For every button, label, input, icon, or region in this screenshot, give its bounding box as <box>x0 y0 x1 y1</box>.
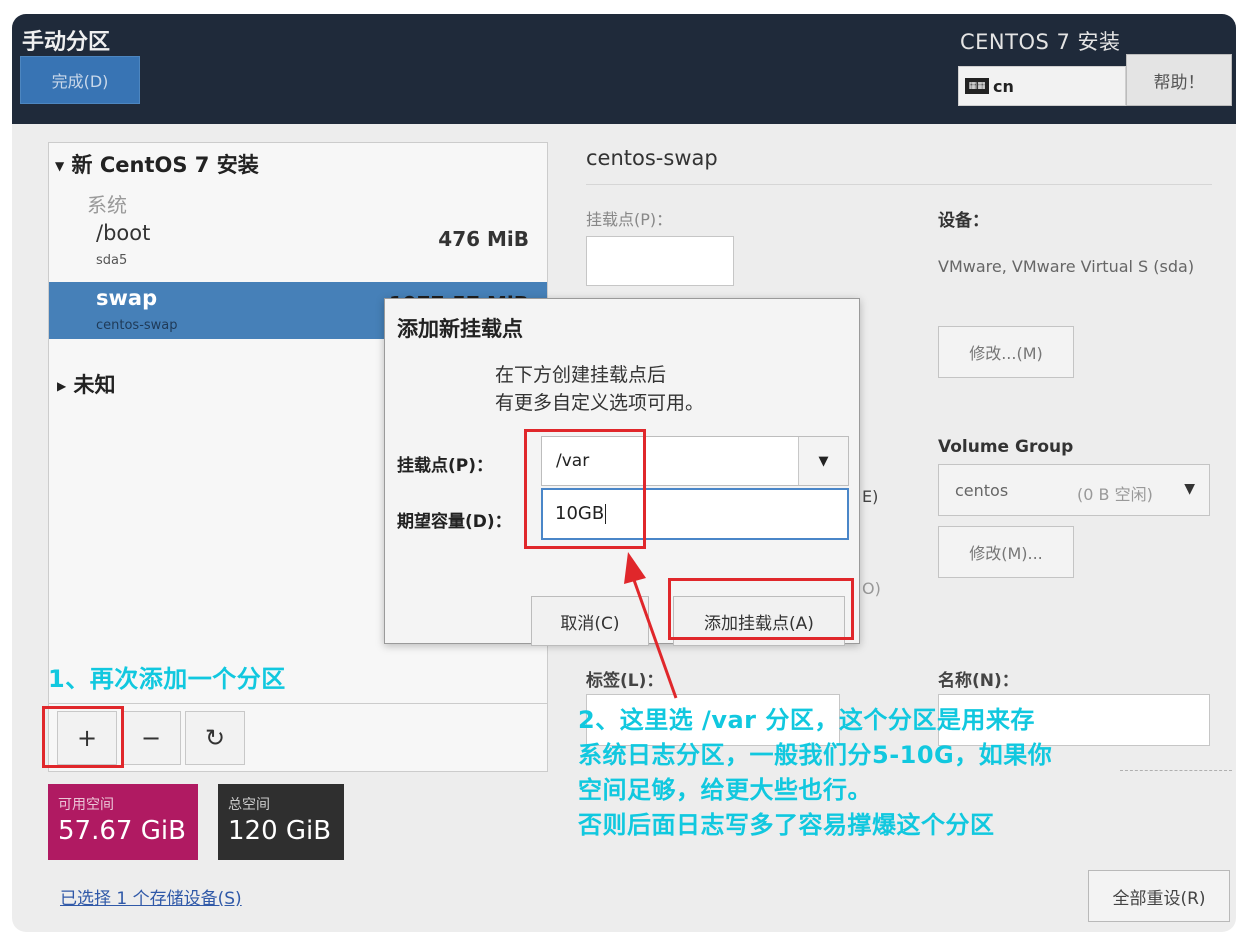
detail-title: centos-swap <box>586 146 718 170</box>
keyboard-layout-value: cn <box>993 76 1014 96</box>
partition-size: 476 MiB <box>438 227 529 251</box>
volume-group-free: (0 B 空闲) <box>1077 485 1153 504</box>
device-value: VMware, VMware Virtual S (sda) <box>938 257 1195 276</box>
expand-down-icon: ▼ <box>55 159 65 173</box>
annotation-step1: 1、再次添加一个分区 <box>48 665 286 693</box>
keyboard-icon: ▦▦ <box>965 78 989 94</box>
unknown-group-label: 未知 <box>73 373 116 397</box>
install-group-label: 新 CentOS 7 安装 <box>71 153 259 177</box>
device-label: 设备： <box>938 211 989 231</box>
toolbar-divider <box>49 703 547 704</box>
partition-row-boot[interactable]: /boot sda5 476 MiB <box>49 217 547 277</box>
dialog-description-line: 有更多自定义选项可用。 <box>495 392 705 414</box>
volume-group-select[interactable]: centos (0 B 空闲) ▼ <box>938 464 1210 516</box>
system-section-label: 系统 <box>87 193 127 217</box>
highlight-add-mount-point <box>668 578 854 640</box>
partial-label-o: O) <box>862 579 881 598</box>
reset-all-button[interactable]: 全部重设(R) <box>1088 870 1230 922</box>
detail-divider <box>586 184 1212 185</box>
partition-name: swap <box>96 286 158 310</box>
annotation-step2: 2、这里选 /var 分区，这个分区是用来存 系统日志分区，一般我们分5-10G… <box>578 703 1052 843</box>
dialog-description-line: 在下方创建挂载点后 <box>495 364 667 386</box>
tree-unknown-group[interactable]: ▶ 未知 <box>57 369 116 399</box>
cancel-button[interactable]: 取消(C) <box>531 596 649 646</box>
page-title: 手动分区 <box>22 30 111 55</box>
chevron-down-icon[interactable]: ▼ <box>798 437 848 485</box>
tree-install-group[interactable]: ▼ 新 CentOS 7 安装 <box>55 149 259 179</box>
total-space-tile: 总空间 120 GiB <box>218 784 344 860</box>
partition-name: /boot <box>96 221 151 245</box>
dialog-capacity-label: 期望容量(D)： <box>397 512 512 532</box>
annotation-step2-line: 空间足够，给更大些也行。 <box>578 776 872 804</box>
annotation-step2-line: 2、这里选 /var 分区，这个分区是用来存 <box>578 706 1035 734</box>
annotation-step2-line: 系统日志分区，一般我们分5-10G，如果你 <box>578 741 1053 769</box>
name-label: 名称(N)： <box>938 671 1019 691</box>
expand-right-icon: ▶ <box>57 379 67 393</box>
selected-storage-link[interactable]: 已选择 1 个存储设备(S) <box>60 884 242 909</box>
product-title: CENTOS 7 安装 <box>960 30 1121 54</box>
dashed-divider <box>1120 770 1232 771</box>
volume-group-label: Volume Group <box>938 437 1074 457</box>
mount-point-label: 挂载点(P)： <box>586 210 673 229</box>
header-bar: 手动分区 完成(D) CENTOS 7 安装 ▦▦ cn 帮助！ <box>12 14 1236 124</box>
minus-icon: − <box>140 724 162 752</box>
annotation-step2-line: 否则后面日志写多了容易撑爆这个分区 <box>578 811 995 839</box>
available-space-tile: 可用空间 57.67 GiB <box>48 784 198 860</box>
done-button[interactable]: 完成(D) <box>20 56 140 104</box>
partial-label-e: E) <box>862 487 879 506</box>
dialog-title: 添加新挂载点 <box>397 317 523 341</box>
available-space-label: 可用空间 <box>58 797 114 813</box>
partition-device: sda5 <box>96 253 128 268</box>
help-button[interactable]: 帮助！ <box>1126 54 1232 106</box>
keyboard-layout-indicator[interactable]: ▦▦ cn <box>958 66 1126 106</box>
tag-label: 标签(L)： <box>586 671 664 691</box>
modify-device-button[interactable]: 修改...(M) <box>938 326 1074 378</box>
refresh-button[interactable]: ↻ <box>185 711 245 765</box>
remove-partition-button[interactable]: − <box>121 711 181 765</box>
dropdown-arrow-icon: ▼ <box>1184 481 1195 497</box>
total-space-value: 120 GiB <box>228 816 332 846</box>
partition-device: centos-swap <box>96 318 178 333</box>
modify-volume-group-button[interactable]: 修改(M)... <box>938 526 1074 578</box>
dialog-description: 在下方创建挂载点后 有更多自定义选项可用。 <box>495 361 704 417</box>
mount-point-field[interactable] <box>586 236 734 286</box>
total-space-label: 总空间 <box>228 797 270 813</box>
volume-group-name: centos <box>955 481 1009 500</box>
available-space-value: 57.67 GiB <box>58 816 186 846</box>
highlight-mount-capacity <box>524 429 646 549</box>
refresh-icon: ↻ <box>204 724 226 752</box>
dialog-mount-point-label: 挂载点(P)： <box>397 456 493 476</box>
highlight-add-button <box>42 706 124 768</box>
